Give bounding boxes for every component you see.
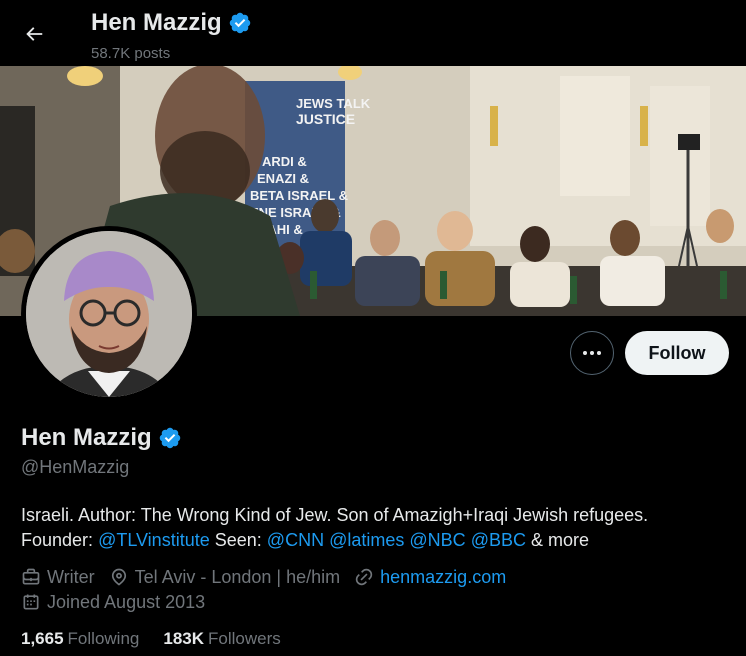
mention-nbc[interactable]: @NBC: [409, 530, 465, 550]
profile-name: Hen Mazzig: [21, 424, 182, 452]
verified-badge-icon: [229, 12, 250, 34]
top-bar: Hen Mazzig 58.7K posts: [0, 0, 746, 66]
bio-seen-label: Seen:: [214, 530, 262, 550]
profile-bio: Israeli. Author: The Wrong Kind of Jew. …: [21, 503, 731, 553]
more-horizontal-icon: [583, 351, 587, 355]
followers-count: 183K: [163, 629, 204, 648]
profile-handle: @HenMazzig: [21, 457, 130, 477]
avatar-image: [26, 231, 192, 397]
following-stat[interactable]: 1,665 Following: [21, 629, 139, 649]
location-pin-icon: [111, 568, 126, 586]
sign-text-1: JEWS TALK: [296, 96, 371, 111]
header-title: Hen Mazzig: [91, 9, 252, 37]
profile-stats: 1,665 Following 183K Followers: [21, 629, 281, 649]
header-name: Hen Mazzig: [91, 9, 222, 36]
more-horizontal-icon-dot: [590, 351, 594, 355]
occupation-text: Writer: [47, 566, 95, 587]
profile-display-name: Hen Mazzig: [21, 424, 152, 451]
following-label: Following: [67, 629, 140, 648]
bio-founder-label: Founder:: [21, 530, 94, 550]
bio-line-1: Israeli. Author: The Wrong Kind of Jew. …: [21, 505, 649, 525]
link-icon: [355, 568, 373, 586]
mention-cnn[interactable]: @CNN: [267, 530, 324, 550]
occupation: Writer: [21, 567, 95, 588]
location: Tel Aviv - London | he/him: [109, 567, 340, 588]
mention-bbc[interactable]: @BBC: [471, 530, 526, 550]
website[interactable]: henmazzig.com: [354, 567, 506, 588]
join-date-text: Joined August 2013: [47, 591, 206, 612]
post-count: 58.7K posts: [91, 45, 171, 62]
back-button[interactable]: [14, 14, 54, 54]
verified-badge-icon[interactable]: [158, 426, 182, 450]
arrow-left-icon: [26, 27, 43, 41]
more-horizontal-icon-dot: [597, 351, 601, 355]
bio-more-text: & more: [531, 530, 590, 550]
sign-list-2: ENAZI &: [257, 171, 309, 186]
sign-list-3: BETA ISRAEL &: [250, 188, 348, 203]
following-count: 1,665: [21, 629, 64, 648]
bio-line-2: Founder: @TLVinstitute Seen: @CNN @latim…: [21, 528, 731, 553]
more-options-button[interactable]: [570, 331, 614, 375]
briefcase-icon: [22, 568, 40, 585]
followers-label: Followers: [208, 629, 281, 648]
sign-list-1: ARDI &: [262, 154, 307, 169]
sign-text-2: JUSTICE: [296, 111, 355, 127]
calendar-icon: [23, 594, 39, 610]
follow-button[interactable]: Follow: [625, 331, 729, 375]
followers-stat[interactable]: 183K Followers: [163, 629, 280, 649]
location-text: Tel Aviv - London | he/him: [134, 566, 341, 587]
mention-latimes[interactable]: @latimes: [329, 530, 404, 550]
profile-meta: Writer Tel Aviv - London | he/him henmaz…: [21, 565, 520, 615]
profile-avatar[interactable]: [21, 226, 197, 402]
website-link[interactable]: henmazzig.com: [380, 567, 506, 588]
mention-tlvinstitute[interactable]: @TLVinstitute: [98, 530, 210, 550]
join-date: Joined August 2013: [21, 592, 205, 613]
